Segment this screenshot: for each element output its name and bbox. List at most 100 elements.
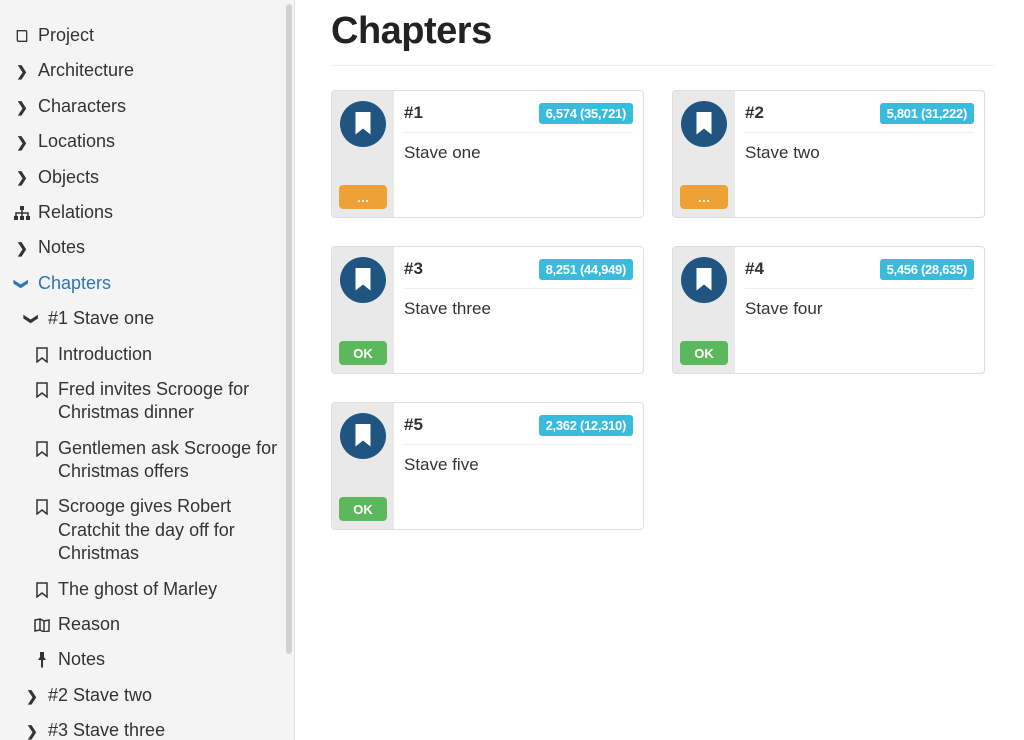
chevron-right-icon: ❯ xyxy=(14,240,30,256)
chevron-right-icon: ❯ xyxy=(24,723,40,739)
card-left-rail: OK xyxy=(332,247,394,373)
chapter-avatar xyxy=(340,101,386,147)
scrollbar[interactable] xyxy=(286,4,292,654)
nav-label: #3 Stave three xyxy=(48,719,290,740)
word-count-badge: 8,251 (44,949) xyxy=(539,259,633,280)
card-header: #1 6,574 (35,721) xyxy=(404,103,633,133)
chevron-down-icon: ❯ xyxy=(14,276,30,292)
bookmark-icon xyxy=(694,268,714,292)
nav-label: Architecture xyxy=(38,59,290,82)
chapter-cards-grid: … #1 6,574 (35,721) Stave one … #2 5,801 (31,2… xyxy=(331,90,994,530)
sidebar-item-notes[interactable]: ❯ Notes xyxy=(14,230,290,265)
word-count-badge: 6,574 (35,721) xyxy=(539,103,633,124)
sidebar-item-locations[interactable]: ❯ Locations xyxy=(14,124,290,159)
chapter-avatar xyxy=(340,257,386,303)
chapter-number: #1 xyxy=(404,103,423,123)
nav-label: #2 Stave two xyxy=(48,684,290,707)
card-left-rail: OK xyxy=(673,247,735,373)
word-count-badge: 2,362 (12,310) xyxy=(539,415,633,436)
pin-icon xyxy=(34,652,50,668)
bookmark-icon xyxy=(353,112,373,136)
nav-label: Relations xyxy=(38,201,290,224)
chapter-avatar xyxy=(340,413,386,459)
chapter-card[interactable]: OK #5 2,362 (12,310) Stave five xyxy=(331,402,644,530)
chapter-card[interactable]: … #2 5,801 (31,222) Stave two xyxy=(672,90,985,218)
word-count-badge: 5,456 (28,635) xyxy=(880,259,974,280)
nav-label: Scrooge gives Robert Cratchit the day of… xyxy=(58,495,290,565)
chevron-right-icon: ❯ xyxy=(24,688,40,704)
chapter-number: #4 xyxy=(745,259,764,279)
word-count-badge: 5,801 (31,222) xyxy=(880,103,974,124)
chapter-number: #2 xyxy=(745,103,764,123)
sidebar-item-scene-intro[interactable]: Introduction xyxy=(14,337,290,372)
card-left-rail: OK xyxy=(332,403,394,529)
bookmark-icon xyxy=(694,112,714,136)
sidebar-item-scene-cratchit[interactable]: Scrooge gives Robert Cratchit the day of… xyxy=(14,489,290,571)
nav-label: Gentlemen ask Scrooge for Christmas offe… xyxy=(58,437,290,484)
chevron-right-icon: ❯ xyxy=(14,99,30,115)
sidebar-item-project[interactable]: Project xyxy=(14,18,290,53)
sidebar-item-scene-gentlemen[interactable]: Gentlemen ask Scrooge for Christmas offe… xyxy=(14,431,290,490)
status-badge[interactable]: … xyxy=(339,185,387,209)
nav-label: Objects xyxy=(38,166,290,189)
sidebar-item-scene-fred[interactable]: Fred invites Scrooge for Christmas dinne… xyxy=(14,372,290,431)
card-body: #4 5,456 (28,635) Stave four xyxy=(735,247,984,373)
chapter-title: Stave five xyxy=(404,455,633,475)
status-badge[interactable]: … xyxy=(680,185,728,209)
sidebar: Project ❯ Architecture ❯ Characters ❯ Lo… xyxy=(0,0,295,740)
card-header: #3 8,251 (44,949) xyxy=(404,259,633,289)
sidebar-item-ch1[interactable]: ❯ #1 Stave one xyxy=(14,301,290,336)
main-content: Chapters … #1 6,574 (35,721) Stave one … #2 5,… xyxy=(295,0,1024,740)
status-badge[interactable]: OK xyxy=(680,341,728,365)
sidebar-item-scene-notes[interactable]: Notes xyxy=(14,642,290,677)
card-body: #2 5,801 (31,222) Stave two xyxy=(735,91,984,217)
nav-label: Notes xyxy=(38,236,290,259)
chapter-avatar xyxy=(681,101,727,147)
bookmark-icon xyxy=(34,499,50,515)
chevron-down-icon: ❯ xyxy=(24,311,40,327)
nav-label: #1 Stave one xyxy=(48,307,290,330)
nav-label: Project xyxy=(38,24,290,47)
sidebar-item-objects[interactable]: ❯ Objects xyxy=(14,160,290,195)
nav-label: Fred invites Scrooge for Christmas dinne… xyxy=(58,378,290,425)
chapter-card[interactable]: OK #4 5,456 (28,635) Stave four xyxy=(672,246,985,374)
chevron-right-icon: ❯ xyxy=(14,63,30,79)
chapter-title: Stave two xyxy=(745,143,974,163)
sidebar-item-scene-ghost[interactable]: The ghost of Marley xyxy=(14,572,290,607)
card-body: #5 2,362 (12,310) Stave five xyxy=(394,403,643,529)
nav-label: Notes xyxy=(58,648,290,671)
chevron-right-icon: ❯ xyxy=(14,170,30,186)
card-header: #5 2,362 (12,310) xyxy=(404,415,633,445)
bookmark-icon xyxy=(34,347,50,363)
status-badge[interactable]: OK xyxy=(339,341,387,365)
card-body: #1 6,574 (35,721) Stave one xyxy=(394,91,643,217)
nav-label: Reason xyxy=(58,613,290,636)
sitemap-icon xyxy=(14,205,30,221)
chevron-right-icon: ❯ xyxy=(14,134,30,150)
chapter-number: #5 xyxy=(404,415,423,435)
chapter-title: Stave one xyxy=(404,143,633,163)
chapter-avatar xyxy=(681,257,727,303)
chapter-title: Stave four xyxy=(745,299,974,319)
card-left-rail: … xyxy=(673,91,735,217)
divider xyxy=(331,65,994,66)
sidebar-item-ch3[interactable]: ❯ #3 Stave three xyxy=(14,713,290,740)
sidebar-item-characters[interactable]: ❯ Characters xyxy=(14,89,290,124)
chapter-card[interactable]: … #1 6,574 (35,721) Stave one xyxy=(331,90,644,218)
status-badge[interactable]: OK xyxy=(339,497,387,521)
card-header: #4 5,456 (28,635) xyxy=(745,259,974,289)
bookmark-icon xyxy=(353,424,373,448)
chapter-number: #3 xyxy=(404,259,423,279)
page-title: Chapters xyxy=(331,10,994,53)
nav-label: The ghost of Marley xyxy=(58,578,290,601)
chapter-title: Stave three xyxy=(404,299,633,319)
nav-label: Chapters xyxy=(38,272,290,295)
sidebar-item-relations[interactable]: Relations xyxy=(14,195,290,230)
sidebar-item-ch2[interactable]: ❯ #2 Stave two xyxy=(14,678,290,713)
chapter-card[interactable]: OK #3 8,251 (44,949) Stave three xyxy=(331,246,644,374)
sidebar-item-scene-reason[interactable]: Reason xyxy=(14,607,290,642)
nav-label: Characters xyxy=(38,95,290,118)
sidebar-item-chapters[interactable]: ❯ Chapters xyxy=(14,266,290,301)
bookmark-icon xyxy=(353,268,373,292)
sidebar-item-architecture[interactable]: ❯ Architecture xyxy=(14,53,290,88)
